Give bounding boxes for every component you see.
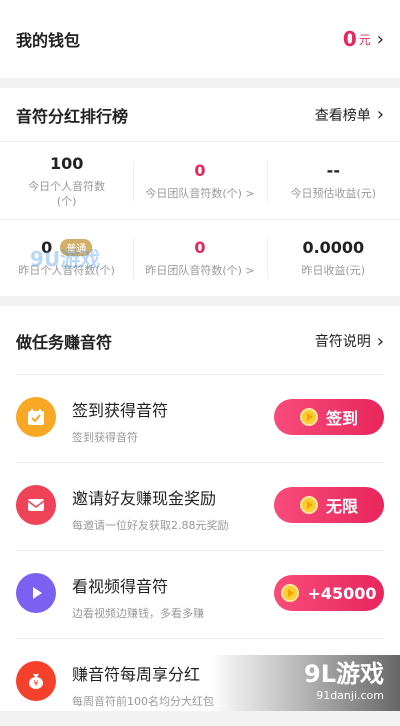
tasks-header: 做任务赚音符 音符说明 ›	[0, 306, 400, 376]
task-title: 赚音符每周享分红	[72, 665, 201, 684]
yesterday-team-notes[interactable]: 0 昨日团队音符数(个) >	[133, 220, 266, 296]
coin-icon	[299, 496, 318, 514]
button-label: +45000	[307, 583, 377, 603]
task-title: 邀请好友赚现金奖励	[72, 489, 217, 508]
invite-button[interactable]: 无限	[274, 487, 384, 523]
stat-value: 0	[194, 238, 206, 257]
watermark-text: 9U游戏	[30, 247, 101, 271]
coin-icon	[281, 584, 300, 602]
ranking-header: 音符分红排行榜 查看榜单 ›	[0, 88, 400, 142]
task-title: 签到获得音符	[72, 401, 169, 420]
task-invite: 邀请好友赚现金奖励 每邀请一位好友获取2.88元奖励 无限	[16, 462, 384, 550]
stat-label: 昨日收益(元)	[301, 264, 366, 277]
money-bag-icon: ¥	[16, 661, 56, 701]
task-subtitle: 每周音符前100名均分大红包	[72, 695, 214, 708]
stat-value: 100	[49, 153, 84, 173]
envelope-icon	[16, 485, 56, 525]
tasks-card: 做任务赚音符 音符说明 › 签到获得音符 签到获得音符 签到 邀请好友赚现金奖励…	[0, 306, 400, 711]
watch-video-button[interactable]: +45000	[274, 575, 384, 611]
wallet-amount: 0	[342, 27, 357, 51]
view-ranking-link[interactable]: 查看榜单 ›	[315, 104, 384, 125]
svg-text:¥: ¥	[33, 679, 38, 688]
watermark-site: 91danji.com	[316, 689, 384, 702]
chevron-right-icon: ›	[376, 28, 384, 50]
coin-icon	[299, 408, 318, 426]
watermark-banner: 9L游戏 91danji.com	[210, 655, 400, 711]
notes-explanation-link[interactable]: 音符说明 ›	[315, 331, 384, 352]
button-label: 签到	[325, 409, 358, 428]
today-personal-notes: 100 今日个人音符数(个)	[0, 143, 133, 219]
task-subtitle: 每邀请一位好友获取2.88元奖励	[72, 519, 229, 532]
button-label: 无限	[325, 497, 358, 516]
ranking-card: 音符分红排行榜 查看榜单 › 100 今日个人音符数(个) 0 今日团队音符数(…	[0, 88, 400, 296]
stat-label: 今日预估收益(元)	[290, 187, 377, 200]
calendar-icon	[16, 397, 56, 437]
view-ranking-label: 查看榜单	[314, 107, 371, 124]
chevron-right-icon: ›	[376, 330, 384, 352]
today-stats-row: 100 今日个人音符数(个) 0 今日团队音符数(个) > -- 今日预估收益(…	[0, 143, 400, 220]
wallet-title: 我的钱包	[16, 31, 81, 50]
tasks-title: 做任务赚音符	[16, 333, 113, 352]
task-watch-video: 看视频得音符 边看视频边赚钱，多看多赚 +45000	[16, 550, 384, 638]
play-icon	[16, 573, 56, 613]
today-estimated-earnings: -- 今日预估收益(元)	[266, 143, 400, 219]
task-checkin: 签到获得音符 签到获得音符 签到	[16, 374, 384, 462]
stat-label: 昨日团队音符数(个) >	[145, 264, 255, 277]
today-team-notes[interactable]: 0 今日团队音符数(个) >	[133, 143, 266, 219]
checkin-button[interactable]: 签到	[274, 399, 384, 435]
chevron-right-icon: ›	[376, 104, 384, 125]
task-title: 看视频得音符	[72, 577, 169, 596]
task-subtitle: 边看视频边赚钱，多看多赚	[72, 607, 204, 620]
yesterday-earnings: 0.0000 昨日收益(元)	[266, 220, 400, 296]
wallet-unit: 元	[358, 32, 371, 47]
stat-value: --	[326, 161, 340, 180]
stat-label: 今日个人音符数(个)	[28, 179, 106, 208]
ranking-title: 音符分红排行榜	[16, 106, 129, 126]
task-subtitle: 签到获得音符	[72, 431, 138, 444]
wallet-amount-group: 0 元 ›	[343, 27, 384, 51]
ranking-stats: 100 今日个人音符数(个) 0 今日团队音符数(个) > -- 今日预估收益(…	[0, 143, 400, 296]
notes-explanation-label: 音符说明	[314, 334, 371, 350]
wallet-row[interactable]: 我的钱包 0 元 ›	[0, 0, 400, 78]
stat-value: 0	[194, 161, 206, 180]
watermark-brand: 9L游戏	[304, 660, 384, 688]
stat-label: 今日团队音符数(个) >	[145, 187, 255, 200]
stat-value: 0.0000	[302, 238, 365, 257]
